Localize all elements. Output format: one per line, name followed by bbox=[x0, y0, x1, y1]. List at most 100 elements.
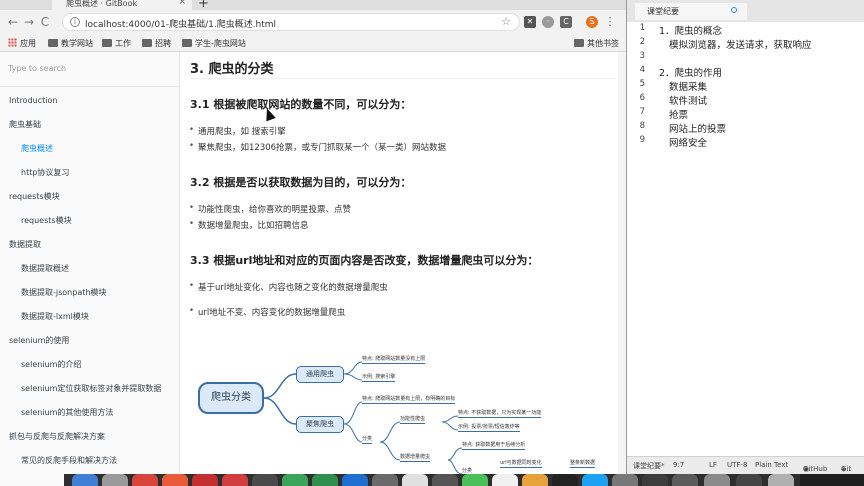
bookmark-folder[interactable]: 学生-爬虫网站 bbox=[182, 38, 246, 49]
extension-icon[interactable]: C bbox=[560, 16, 572, 28]
tab-bar: 爬虫概述 · GitBook × + bbox=[0, 0, 626, 11]
bookmark-other[interactable]: 其他书签 bbox=[574, 38, 619, 49]
sidebar-item[interactable]: 常见的反爬手段和解决方法 bbox=[21, 455, 117, 466]
status-encoding[interactable]: UTF-8 bbox=[727, 461, 747, 469]
sidebar-item[interactable]: selenium的使用 bbox=[9, 335, 69, 346]
app-icon[interactable] bbox=[342, 474, 368, 486]
sidebar-item[interactable]: 数据提取 bbox=[9, 239, 41, 250]
status-grammar[interactable]: Plain Text bbox=[755, 461, 788, 469]
sidebar-item[interactable]: selenium的其他使用方法 bbox=[21, 407, 113, 418]
mind-map-leaf: 分类 bbox=[362, 436, 373, 444]
sidebar-item[interactable]: requests模块 bbox=[9, 191, 60, 202]
menu-dots-icon[interactable]: ⋮ bbox=[604, 16, 616, 28]
mind-map-leaf: 特点: 爬取网站数量没有上限 bbox=[362, 356, 426, 364]
app-icon[interactable] bbox=[132, 474, 158, 486]
bookmark-folder[interactable]: 工作 bbox=[102, 38, 131, 49]
mind-map-root: 爬虫分类 bbox=[198, 382, 264, 414]
reload-icon[interactable]: C bbox=[38, 15, 52, 29]
bookmark-star-icon[interactable]: ☆ bbox=[501, 15, 511, 28]
app-icon[interactable] bbox=[252, 474, 278, 486]
app-icon[interactable] bbox=[736, 474, 762, 486]
profile-avatar[interactable]: S bbox=[586, 16, 598, 28]
app-icon[interactable] bbox=[552, 474, 578, 486]
app-icon[interactable] bbox=[162, 474, 188, 486]
sidebar-item-active[interactable]: 爬虫概述 bbox=[21, 143, 53, 154]
browser-toolbar: ← → C i localhost:4000/01-爬虫基础/1.爬虫概述.ht… bbox=[0, 10, 626, 34]
divider bbox=[0, 86, 180, 87]
folder-icon bbox=[48, 39, 58, 47]
app-icon[interactable] bbox=[312, 474, 338, 486]
mind-map-leaf: 特点: 获取数据用于后续分析 bbox=[462, 442, 526, 450]
sidebar-item[interactable]: 数据提取-jsonpath模块 bbox=[21, 287, 106, 298]
app-icon[interactable] bbox=[402, 474, 428, 486]
bookmark-folder[interactable]: 招聘 bbox=[142, 38, 171, 49]
sidebar-item[interactable]: 数据提取概述 bbox=[21, 263, 69, 274]
folder-icon bbox=[142, 39, 152, 47]
editor-tab[interactable]: 课堂纪要 bbox=[635, 3, 747, 20]
status-line-ending[interactable]: LF bbox=[709, 461, 717, 469]
site-info-icon[interactable]: i bbox=[70, 17, 80, 27]
app-icon[interactable] bbox=[462, 474, 488, 486]
mind-map-leaf: 功能性爬虫 bbox=[400, 416, 426, 424]
sidebar-item[interactable]: 数据提取-lxml模块 bbox=[21, 311, 89, 322]
extension-icon[interactable]: ◦ bbox=[542, 16, 554, 28]
app-icon[interactable] bbox=[492, 474, 518, 486]
finder-icon[interactable] bbox=[72, 474, 98, 486]
sidebar-item[interactable]: Introduction bbox=[9, 96, 57, 105]
launchpad-icon[interactable] bbox=[102, 474, 128, 486]
mind-map-leaf: 特点: 不获取数据，只为实现某一功能 bbox=[458, 410, 542, 418]
app-icon[interactable] bbox=[642, 474, 668, 486]
app-icon[interactable] bbox=[372, 474, 398, 486]
status-file-name[interactable]: 课堂纪要* bbox=[633, 461, 665, 471]
list-item: 数据增量爬虫，比如招聘信息 bbox=[189, 219, 308, 231]
list-item: url地址不变、内容变化的数据增量爬虫 bbox=[189, 306, 345, 318]
sidebar-item[interactable]: 抓包与反爬与反爬解决方案 bbox=[9, 431, 105, 442]
list-item: 通用爬虫，如 搜索引擎 bbox=[189, 125, 286, 137]
sidebar-item[interactable]: selenium的介绍 bbox=[21, 359, 81, 370]
dock bbox=[64, 474, 800, 486]
bookmark-folder[interactable]: 教学网站 bbox=[48, 38, 93, 49]
app-icon[interactable] bbox=[704, 474, 730, 486]
app-icon[interactable] bbox=[612, 474, 638, 486]
apps-grid-icon bbox=[8, 38, 17, 47]
mind-map-node: 聚焦爬虫 bbox=[296, 416, 344, 433]
app-icon[interactable] bbox=[582, 474, 608, 486]
browser-window: 爬虫概述 · GitBook × + ← → C i localhost:400… bbox=[0, 0, 626, 486]
editor-status-bar: 课堂纪要* 9:7 LF UTF-8 Plain Text ◉ GitHub ◈… bbox=[627, 456, 864, 474]
app-icon[interactable] bbox=[222, 474, 248, 486]
folder-icon bbox=[182, 39, 192, 47]
sidebar-item[interactable]: http协议复习 bbox=[21, 167, 69, 178]
tab-close-icon[interactable]: × bbox=[178, 0, 186, 7]
folder-icon bbox=[102, 39, 112, 47]
sidebar-item[interactable]: selenium定位获取标签对象并提取数据 bbox=[21, 383, 161, 394]
bookmarks-bar: 应用 教学网站 工作 招聘 学生-爬虫网站 其他书签 bbox=[0, 34, 626, 52]
page-content: 3. 爬虫的分类 3.1 根据被爬取网站的数量不同，可以分为： 通用爬虫，如 搜… bbox=[180, 52, 626, 486]
status-cursor-position[interactable]: 9:7 bbox=[673, 461, 684, 469]
forward-icon[interactable]: → bbox=[22, 15, 36, 29]
list-item: 聚焦爬虫，如12306抢票，或专门抓取某一个（某一类）网站数据 bbox=[189, 141, 446, 153]
list-item: 基于url地址变化、内容也随之变化的数据增量爬虫 bbox=[189, 281, 388, 293]
mind-map: 爬虫分类 通用爬虫 特点: 爬取网站数量没有上限 示例: 搜索引擎 聚焦爬虫 特… bbox=[190, 350, 616, 486]
unsaved-dot-icon[interactable] bbox=[731, 7, 737, 13]
terminal-icon[interactable] bbox=[432, 474, 458, 486]
address-bar[interactable]: i localhost:4000/01-爬虫基础/1.爬虫概述.html ☆ bbox=[62, 13, 520, 31]
mind-map-leaf: 示例: 投票/抢票/短信轰炸等 bbox=[458, 424, 520, 432]
extension-icon[interactable]: ✕ bbox=[524, 16, 536, 28]
search-input[interactable]: Type to search bbox=[8, 64, 66, 73]
app-icon[interactable] bbox=[522, 474, 548, 486]
app-icon[interactable] bbox=[672, 474, 698, 486]
sidebar-item[interactable]: 爬虫基础 bbox=[9, 119, 41, 130]
editor-window: 课堂纪要 1 1．爬虫的概念 2 模拟浏览器，发送请求，获取响应 3 4 2．爬虫的… bbox=[626, 0, 864, 474]
trash-icon[interactable] bbox=[768, 474, 794, 486]
sidebar-item[interactable]: requests模块 bbox=[21, 215, 72, 226]
app-icon[interactable] bbox=[192, 474, 218, 486]
screen: 爬虫概述 · GitBook × + ← → C i localhost:400… bbox=[0, 0, 864, 486]
back-icon[interactable]: ← bbox=[6, 15, 20, 29]
mind-map-leaf: 整条新数据 bbox=[570, 460, 596, 468]
browser-tab[interactable]: 爬虫概述 · GitBook × bbox=[52, 0, 192, 10]
folder-icon bbox=[574, 39, 584, 47]
tab-title: 爬虫概述 · GitBook bbox=[66, 0, 138, 8]
app-icon[interactable] bbox=[282, 474, 308, 486]
bookmark-apps[interactable]: 应用 bbox=[8, 38, 36, 49]
page-scrollbar[interactable] bbox=[618, 52, 626, 486]
